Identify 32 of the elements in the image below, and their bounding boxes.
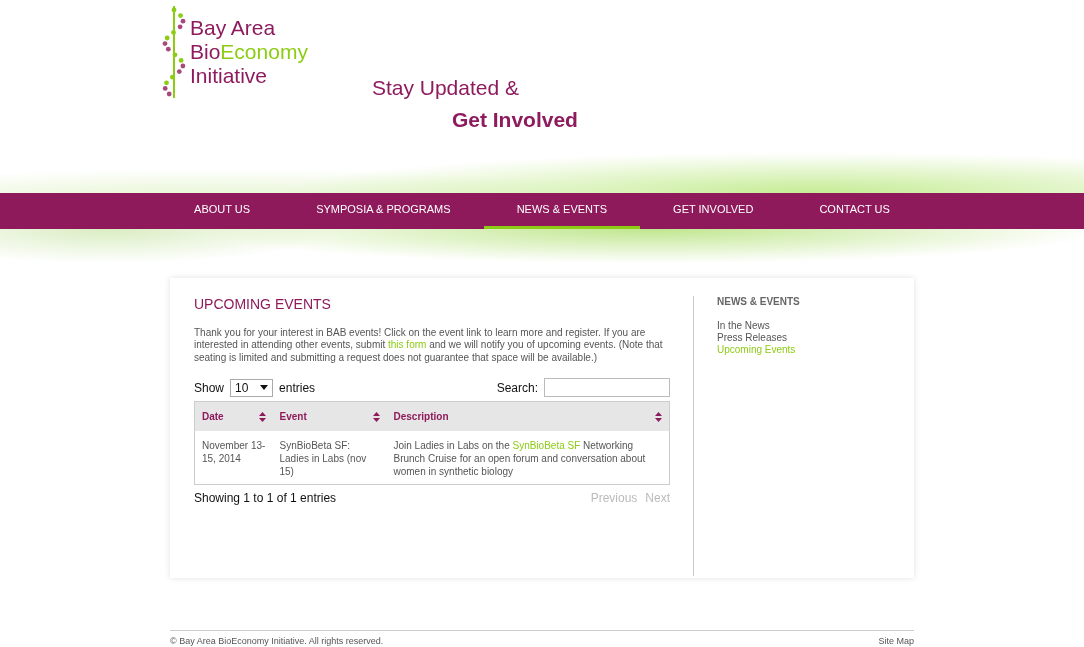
column-header[interactable]: Event bbox=[272, 401, 387, 432]
tagline: Stay Updated & bbox=[371, 75, 520, 101]
sort-icon bbox=[372, 411, 380, 422]
description-cell: Join Ladies in Labs on the SynBioBeta SF Networking Brunch Cruise for an open forum and conversation about women in synthetic biology bbox=[386, 431, 670, 485]
table-info: Showing 1 to 1 of 1 entries bbox=[194, 490, 337, 508]
column-header[interactable]: Description bbox=[386, 401, 670, 432]
nav-link[interactable]: ABOUT US bbox=[161, 193, 284, 229]
page-heading: UPCOMING EVENTS bbox=[194, 296, 332, 313]
sort-icon bbox=[655, 411, 662, 422]
logo-text: Bay Area BioEconomy Initiative bbox=[190, 15, 308, 89]
search-label: Search: bbox=[496, 379, 538, 397]
tagline-emphasis: Get Involved bbox=[450, 106, 578, 133]
nav-link[interactable]: GET INVOLVED bbox=[640, 193, 787, 229]
sidebar-link[interactable]: Press Releases bbox=[717, 332, 800, 344]
nav-link[interactable]: SYMPOSIA & PROGRAMS bbox=[283, 193, 484, 229]
entries-label: entries bbox=[279, 379, 316, 397]
date-cell: November 13-15, 2014 bbox=[194, 431, 273, 485]
nav-link[interactable]: NEWS & EVENTS bbox=[483, 193, 641, 229]
site-map-link[interactable]: Site Map bbox=[878, 635, 914, 647]
show-label: Show bbox=[194, 379, 225, 397]
search-field[interactable] bbox=[544, 378, 670, 398]
helix-logo-icon bbox=[162, 4, 186, 100]
event-cell: SynBioBeta SF: Ladies in Labs (nov 15) bbox=[272, 431, 387, 485]
nav-link[interactable]: CONTACT US bbox=[786, 193, 923, 229]
sidebar-title: NEWS & EVENTS bbox=[717, 296, 800, 308]
intro-paragraph: Thank you for your interest in BAB events! Click on the event link to learn more and register. If you are interested in attending other events, submit this form and we will notify you of upcoming events. (Note that seating is limited and submitting a request does not guarantee that space will be available.) bbox=[194, 326, 664, 365]
column-header[interactable]: Date bbox=[194, 401, 273, 432]
entries-select[interactable]: 10 bbox=[230, 378, 274, 397]
copyright-text: © Bay Area BioEconomy Initiative. All rights reserved. bbox=[170, 635, 384, 647]
sidebar-link[interactable]: In the News bbox=[717, 320, 800, 332]
sort-icon bbox=[258, 411, 266, 422]
dropdown-caret-icon bbox=[260, 385, 269, 391]
